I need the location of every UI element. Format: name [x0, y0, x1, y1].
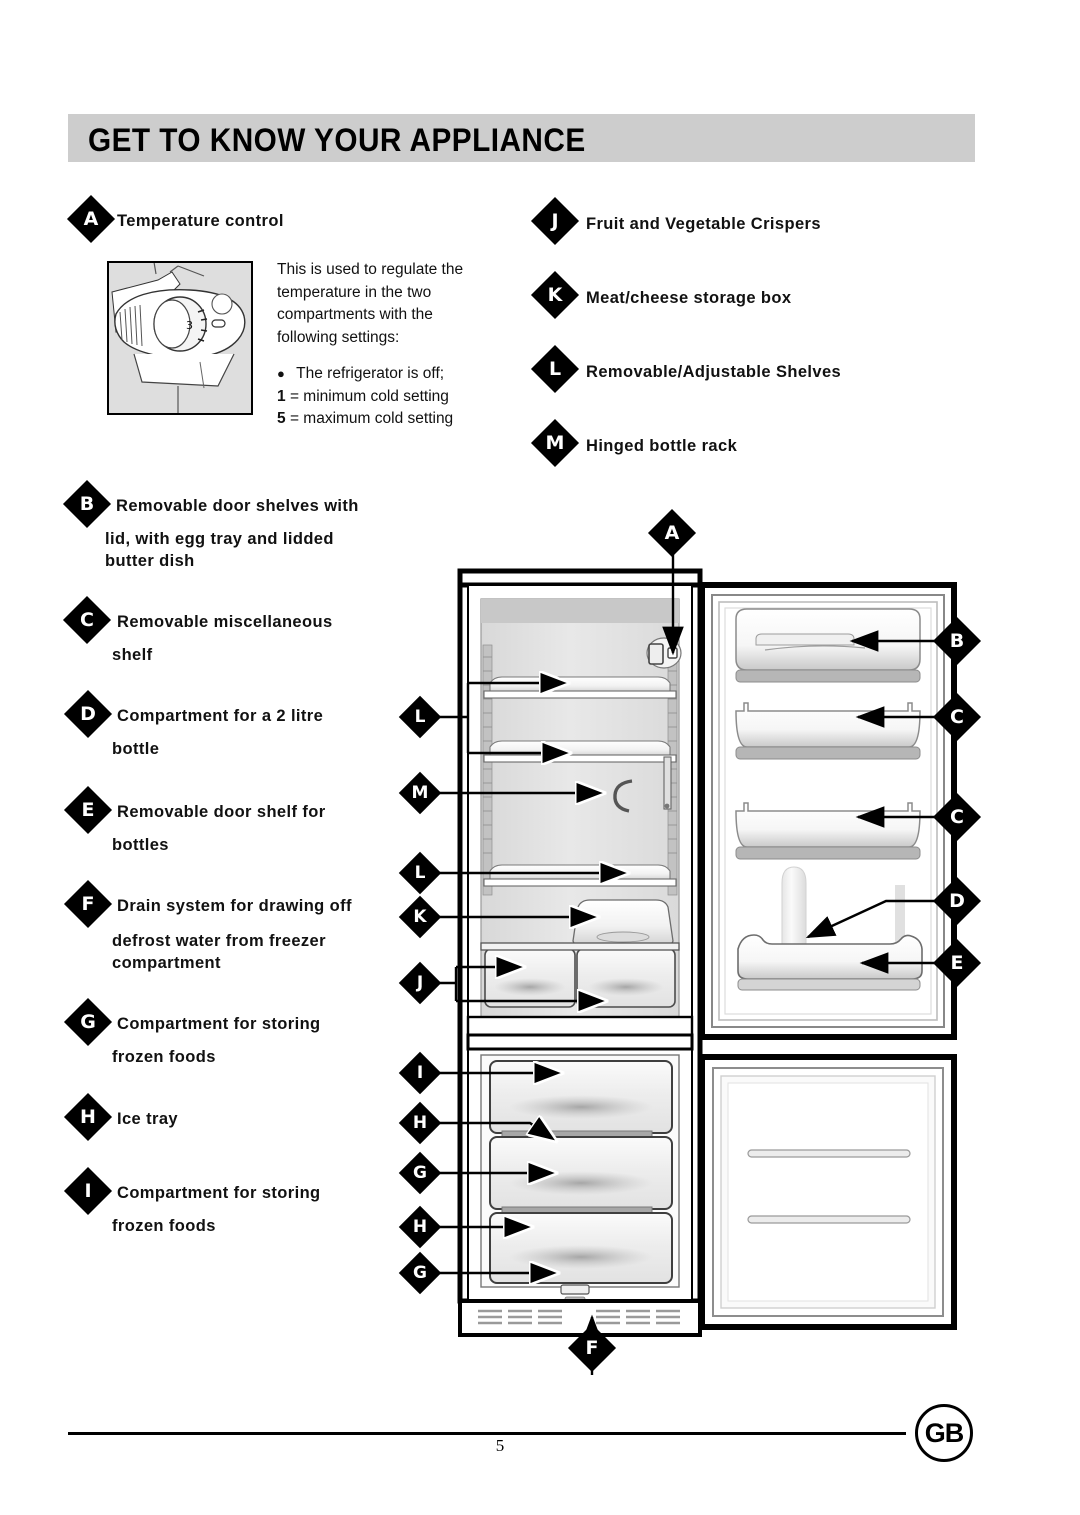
- legend-marker-g: G: [63, 997, 113, 1047]
- appliance-diagram: [380, 505, 1000, 1375]
- bullet-icon: ●: [277, 366, 285, 381]
- page-title: GET TO KNOW YOUR APPLIANCE: [88, 122, 586, 158]
- legend-marker-f: F: [63, 879, 113, 929]
- legend-label-m: Hinged bottle rack: [586, 437, 738, 455]
- callout-marker-e: E: [932, 938, 982, 988]
- fridge-shelf-middle: [483, 740, 677, 763]
- freezer-door: [699, 1054, 957, 1330]
- door-shelf-misc-upper: [735, 702, 921, 760]
- legend-label-b: Removable door shelves with: [116, 497, 359, 515]
- manual-page: GET TO KNOW YOUR APPLIANCE A Temperature…: [0, 0, 1080, 1515]
- callout-marker-a: A: [647, 508, 697, 558]
- legend-label-g: Compartment for storing: [117, 1015, 321, 1033]
- callout-marker-g-upper: G: [398, 1151, 442, 1195]
- callout-marker-h-upper: H: [398, 1101, 442, 1145]
- fridge-door: [699, 582, 957, 1040]
- legend-marker-l: L: [530, 344, 580, 394]
- callout-marker-c-lower: C: [932, 792, 982, 842]
- legend-label-k: Meat/cheese storage box: [586, 289, 792, 307]
- legend-label-a: Temperature control: [117, 212, 284, 230]
- legend-marker-j: J: [530, 196, 580, 246]
- region-badge-gb: GB: [915, 1404, 973, 1462]
- door-shelf-misc-lower: [735, 802, 921, 860]
- setting-min: 1 = minimum cold setting: [277, 387, 449, 405]
- legend-marker-b: B: [62, 479, 112, 529]
- callout-marker-l-lower: L: [398, 851, 442, 895]
- intro-line-4: following settings:: [277, 328, 400, 346]
- callout-marker-i: I: [398, 1051, 442, 1095]
- callout-marker-j: J: [398, 961, 442, 1005]
- legend-label-c-2: shelf: [112, 646, 153, 664]
- callout-marker-m: M: [398, 771, 442, 815]
- legend-marker-h: H: [63, 1092, 113, 1142]
- callout-marker-b: B: [932, 616, 982, 666]
- legend-label-j: Fruit and Vegetable Crispers: [586, 215, 821, 233]
- thermostat-dial-number: 3: [186, 319, 193, 332]
- setting-off: ● The refrigerator is off;: [277, 365, 445, 382]
- legend-label-i: Compartment for storing: [117, 1184, 321, 1202]
- fridge-shelf-upper: [483, 676, 677, 699]
- settings-list: ● The refrigerator is off; 1 = minimum c…: [277, 363, 497, 431]
- legend-label-b-3: butter dish: [105, 552, 195, 570]
- callout-marker-f: F: [567, 1323, 617, 1373]
- thermostat-dial-illustration: 3: [107, 261, 253, 415]
- legend-label-i-2: frozen foods: [112, 1217, 216, 1235]
- intro-line-1: This is used to regulate the: [277, 261, 464, 278]
- callout-marker-k: K: [398, 895, 442, 939]
- intro-paragraph: This is used to regulate the temperature…: [277, 259, 492, 349]
- meat-cheese-storage-box: [572, 899, 674, 948]
- legend-label-d: Compartment for a 2 litre: [117, 707, 324, 725]
- legend-label-l: Removable/Adjustable Shelves: [586, 363, 842, 381]
- callout-marker-l-upper: L: [398, 695, 442, 739]
- legend-label-c: Removable miscellaneous: [117, 613, 333, 631]
- intro-line-2: temperature in the two: [277, 283, 432, 301]
- legend-label-e-2: bottles: [112, 836, 169, 854]
- legend-marker-d: D: [63, 689, 113, 739]
- legend-label-e: Removable door shelf for: [117, 803, 326, 821]
- intro-line-3: compartments with the: [277, 306, 433, 323]
- legend-marker-k: K: [530, 270, 580, 320]
- legend-label-f: Drain system for drawing off: [117, 897, 352, 915]
- legend-label-f-3: compartment: [112, 954, 221, 972]
- callout-marker-d: D: [932, 876, 982, 926]
- legend-marker-e: E: [63, 785, 113, 835]
- legend-marker-a: A: [66, 194, 116, 244]
- callout-marker-c-upper: C: [932, 692, 982, 742]
- door-shelf-lidded: [735, 608, 921, 683]
- setting-max: 5 = maximum cold setting: [277, 410, 454, 427]
- legend-label-h: Ice tray: [117, 1110, 178, 1128]
- legend-marker-m: M: [530, 418, 580, 468]
- page-number: 5: [495, 1436, 505, 1455]
- legend-marker-i: I: [63, 1166, 113, 1216]
- callout-marker-g-lower: G: [398, 1251, 442, 1295]
- legend-label-g-2: frozen foods: [112, 1048, 216, 1066]
- fridge-shelf-lower: [483, 864, 677, 887]
- crisper-drawer-right: [576, 948, 676, 1008]
- crisper-drawer-left: [484, 948, 576, 1008]
- callout-marker-h-lower: H: [398, 1205, 442, 1249]
- footer-rule: [68, 1432, 906, 1435]
- freezer-drawer-middle: [489, 1136, 673, 1220]
- legend-marker-c: C: [62, 595, 112, 645]
- legend-label-d-2: bottle: [112, 740, 160, 758]
